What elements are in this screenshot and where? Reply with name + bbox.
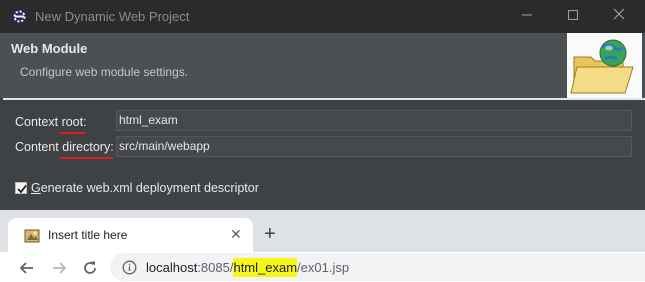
wizard-banner-image bbox=[567, 33, 642, 98]
content-directory-input[interactable]: src/main/webapp bbox=[116, 136, 632, 157]
dialog-title: New Dynamic Web Project bbox=[35, 9, 190, 24]
screenshot: New Dynamic Web Project Web Module Confi… bbox=[0, 0, 645, 282]
context-root-label-underlined: root bbox=[58, 115, 86, 134]
web-folder-globe-icon bbox=[570, 39, 634, 94]
maximize-button[interactable] bbox=[558, 5, 588, 27]
close-icon bbox=[613, 8, 625, 20]
info-icon[interactable] bbox=[122, 260, 137, 275]
context-root-label: Context root: bbox=[15, 115, 87, 134]
context-root-label-prefix: Context bbox=[15, 115, 62, 129]
reload-icon[interactable] bbox=[81, 259, 99, 277]
forward-arrow-icon[interactable] bbox=[50, 259, 68, 277]
url-project-highlight: html_exam bbox=[233, 258, 298, 277]
content-directory-label-prefix: Content bbox=[15, 140, 63, 154]
checkmark-icon bbox=[17, 184, 27, 194]
url-host: localhost bbox=[146, 260, 198, 275]
generate-web-xml-mnemonic: G bbox=[31, 181, 41, 195]
generate-web-xml-label-rest: enerate web.xml deployment descriptor bbox=[40, 181, 259, 195]
form-area: Context root: html_exam Content director… bbox=[0, 100, 645, 210]
browser-window: Insert title here ✕ + localhost:8085/htm… bbox=[0, 210, 645, 282]
back-arrow-icon[interactable] bbox=[18, 259, 36, 277]
page-title: Web Module bbox=[11, 41, 88, 56]
dialog-titlebar: New Dynamic Web Project bbox=[0, 0, 645, 33]
minimize-icon bbox=[522, 14, 532, 16]
url-port: :8085/ bbox=[197, 260, 234, 275]
eclipse-icon bbox=[12, 9, 27, 24]
content-directory-label-suffix: : bbox=[110, 140, 114, 154]
tab-close-icon[interactable]: ✕ bbox=[230, 226, 242, 243]
browser-tab[interactable]: Insert title here ✕ bbox=[8, 218, 253, 252]
context-root-label-suffix: : bbox=[83, 115, 87, 129]
page-description: Configure web module settings. bbox=[20, 65, 189, 79]
close-button[interactable] bbox=[604, 5, 634, 27]
generate-web-xml-label[interactable]: Generate web.xml deployment descriptor bbox=[31, 181, 259, 195]
context-root-input[interactable]: html_exam bbox=[116, 110, 632, 131]
address-bar[interactable]: localhost:8085/html_exam/ex01.jsp bbox=[110, 253, 645, 281]
minimize-button[interactable] bbox=[512, 5, 542, 27]
page-favicon-icon bbox=[24, 229, 40, 243]
url-path: /ex01.jsp bbox=[297, 260, 350, 275]
new-tab-button[interactable]: + bbox=[264, 224, 276, 244]
tab-title: Insert title here bbox=[48, 228, 128, 242]
generate-web-xml-checkbox[interactable] bbox=[15, 182, 27, 194]
browser-toolbar: localhost:8085/html_exam/ex01.jsp bbox=[0, 252, 645, 282]
content-directory-label-underlined: directory bbox=[59, 140, 114, 159]
content-directory-label: Content directory: bbox=[15, 140, 114, 159]
wizard-banner: Web Module Configure web module settings… bbox=[0, 33, 645, 98]
url-text: localhost:8085/html_exam/ex01.jsp bbox=[146, 258, 350, 277]
maximize-icon bbox=[568, 10, 578, 20]
